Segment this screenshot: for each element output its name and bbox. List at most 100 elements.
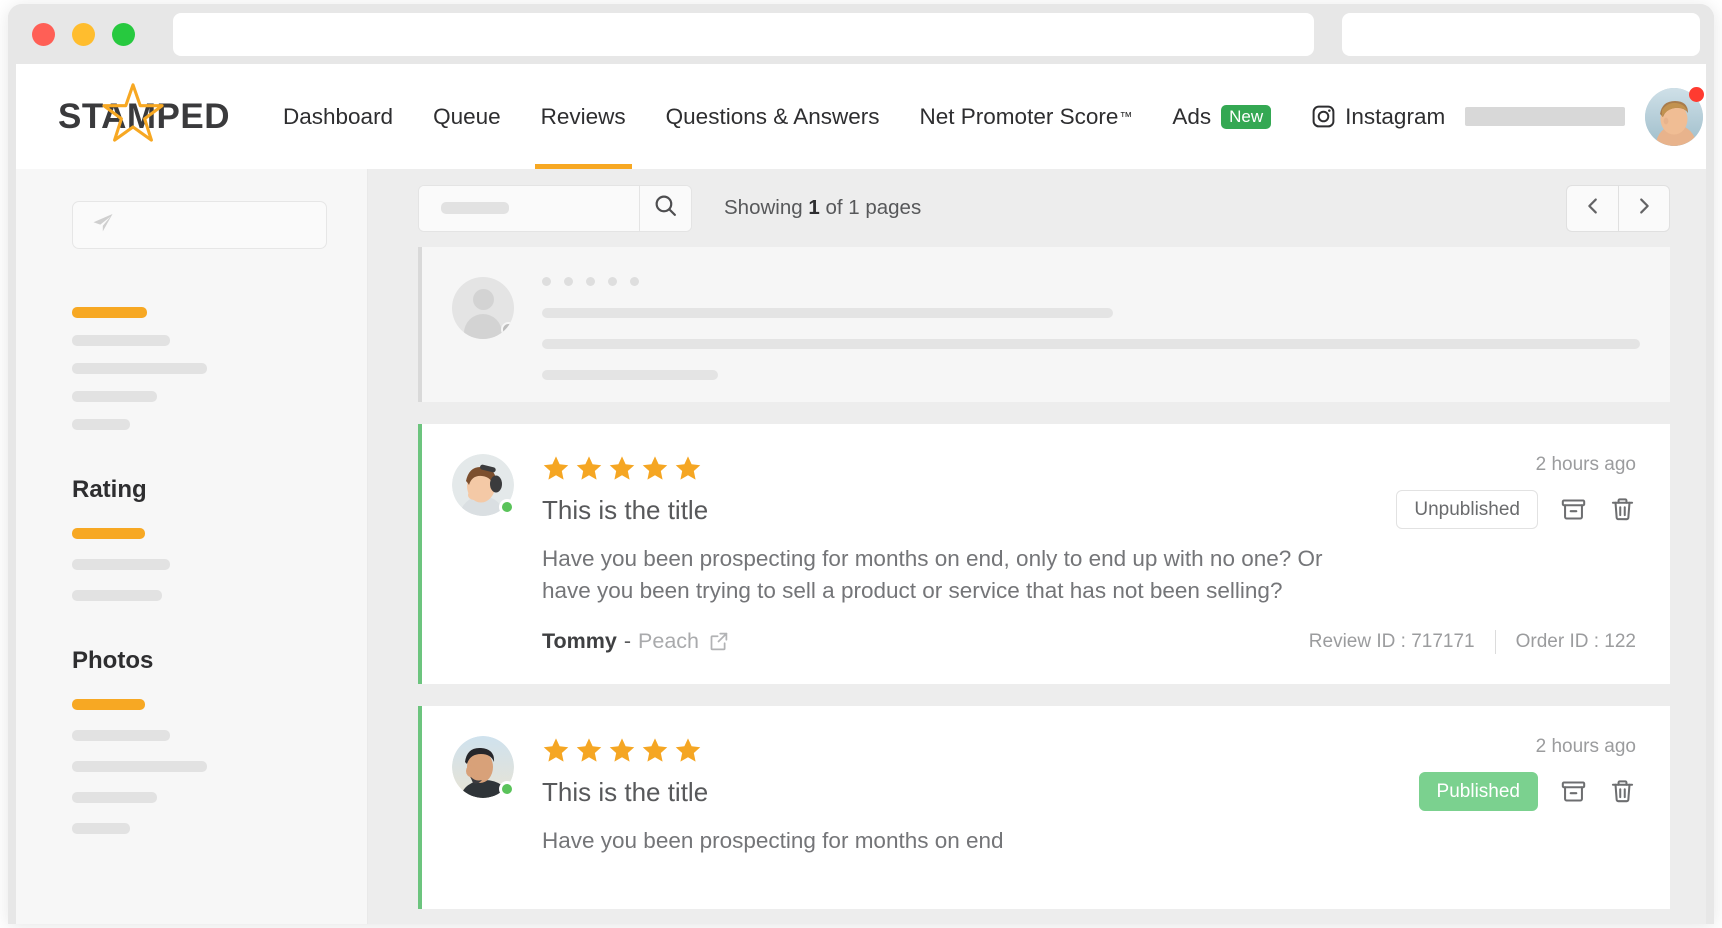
review-id: Review ID : 717171 — [1308, 630, 1475, 652]
status-badge[interactable]: Unpublished — [1396, 490, 1538, 529]
star-dot — [630, 277, 639, 286]
sidebar-heading-photos: Photos — [72, 647, 154, 674]
close-window-button[interactable] — [32, 22, 55, 46]
next-page-button[interactable] — [1618, 184, 1670, 232]
nav-item-queue[interactable]: Queue — [413, 64, 521, 169]
review-action-row: Unpublished — [1396, 490, 1636, 529]
reviews-toolbar: Showing 1 of 1 pages — [368, 169, 1706, 247]
sidebar-search-input[interactable] — [72, 201, 327, 249]
sidebar-section-rating — [72, 528, 327, 601]
archive-icon[interactable] — [1560, 778, 1587, 805]
nav-item-instagram[interactable]: Instagram — [1291, 64, 1465, 169]
reviewer-avatar — [452, 735, 515, 798]
review-card: This is the title Have you been prospect… — [418, 424, 1670, 684]
review-timestamp: 2 hours ago — [1535, 454, 1636, 475]
nav-item-reviews[interactable]: Reviews — [521, 64, 646, 169]
photos-bar[interactable] — [72, 730, 170, 741]
logo-wordmark: STAMPED — [58, 96, 231, 136]
star-dot — [542, 277, 551, 286]
order-id: Order ID : 122 — [1515, 630, 1636, 652]
address-bar[interactable] — [173, 12, 1314, 56]
photos-bar[interactable] — [72, 823, 130, 834]
photos-bar-active[interactable] — [72, 699, 145, 710]
nav-label: Dashboard — [283, 103, 394, 129]
star-icon — [642, 738, 668, 762]
status-badge[interactable]: Published — [1418, 771, 1538, 811]
previous-page-button[interactable] — [1566, 184, 1618, 232]
nav-item-ads[interactable]: Ads New — [1152, 64, 1291, 169]
app-container: STAMPED Dashboard Queue Reviews Question… — [16, 64, 1706, 924]
photos-bar[interactable] — [72, 761, 207, 772]
filters-sidebar: Rating Photos — [16, 169, 368, 924]
filter-bar[interactable] — [72, 363, 207, 374]
avatar-head-shape — [472, 289, 494, 310]
nav-label: Instagram — [1345, 103, 1446, 129]
star-icon — [576, 738, 602, 762]
nav-item-questions-answers[interactable]: Questions & Answers — [646, 64, 900, 169]
browser-window: STAMPED Dashboard Queue Reviews Question… — [8, 4, 1714, 924]
trash-icon[interactable] — [1609, 496, 1636, 523]
external-link-icon[interactable] — [708, 631, 729, 652]
nav-item-net-promoter-score[interactable]: Net Promoter Score ™ — [900, 64, 1153, 169]
star-icon — [609, 738, 635, 762]
placeholder-stars — [542, 277, 1640, 286]
photos-bar[interactable] — [72, 792, 157, 803]
top-navigation: STAMPED Dashboard Queue Reviews Question… — [16, 64, 1706, 169]
review-action-row: Published — [1418, 771, 1636, 811]
review-actions: 2 hours ago Unpublished — [1396, 454, 1636, 529]
id-divider — [1494, 629, 1496, 654]
nav-right-section — [1465, 86, 1706, 146]
search-button[interactable] — [639, 185, 691, 231]
rating-bar-active[interactable] — [72, 528, 145, 539]
search-placeholder-bar — [441, 202, 509, 214]
secondary-bar[interactable] — [1342, 12, 1700, 56]
trash-icon[interactable] — [1609, 778, 1636, 805]
showing-suffix: of 1 pages — [825, 196, 922, 219]
placeholder-line — [542, 308, 1113, 318]
search-input[interactable] — [419, 185, 639, 231]
rating-bar[interactable] — [72, 590, 162, 601]
app-body: Rating Photos Showing 1 of 1 pages This … — [16, 169, 1706, 924]
browser-titlebar — [8, 4, 1714, 64]
review-identifiers: Review ID : 717171 Order ID : 122 — [1308, 629, 1636, 654]
reviewer-avatar — [452, 454, 515, 516]
star-dot — [608, 277, 617, 286]
review-body: Have you been prospecting for months on … — [542, 827, 1004, 853]
chevron-left-icon — [1582, 195, 1604, 222]
stamped-logo[interactable]: STAMPED — [58, 82, 230, 147]
star-icon — [576, 456, 602, 480]
nav-label: Reviews — [540, 103, 626, 129]
nav-label: Questions & Answers — [665, 103, 880, 129]
store-selector-placeholder[interactable] — [1465, 107, 1626, 126]
maximize-window-button[interactable] — [112, 22, 135, 46]
chevron-right-icon — [1633, 195, 1655, 222]
main-content: Showing 1 of 1 pages This is the title H… — [368, 169, 1706, 924]
filter-bar[interactable] — [72, 419, 130, 430]
star-icon — [675, 738, 701, 762]
star-dot — [564, 277, 573, 286]
online-status-dot — [499, 780, 515, 797]
loading-review-card — [418, 247, 1670, 402]
author-separator: - — [623, 628, 632, 653]
star-icon — [609, 456, 635, 480]
review-timestamp: 2 hours ago — [1535, 735, 1636, 757]
trademark-symbol: ™ — [1119, 109, 1133, 124]
nav-label: Net Promoter Score — [919, 103, 1119, 129]
minimize-window-button[interactable] — [72, 22, 95, 46]
user-avatar[interactable] — [1645, 86, 1705, 146]
star-icon — [642, 456, 668, 480]
star-icon — [543, 738, 569, 762]
sidebar-section-filters — [72, 307, 327, 430]
filter-bar-active[interactable] — [72, 307, 147, 318]
nav-item-dashboard[interactable]: Dashboard — [263, 64, 413, 169]
search-icon — [653, 193, 678, 223]
nav-items: Dashboard Queue Reviews Questions & Answ… — [263, 64, 1465, 169]
filter-bar[interactable] — [72, 335, 170, 346]
nav-label: Ads — [1172, 103, 1212, 129]
notification-dot — [1689, 86, 1705, 102]
filter-bar[interactable] — [72, 391, 157, 402]
archive-icon[interactable] — [1560, 496, 1587, 523]
rating-bar[interactable] — [72, 559, 170, 570]
instagram-icon — [1311, 104, 1336, 129]
product-name[interactable]: Peach — [638, 629, 699, 654]
